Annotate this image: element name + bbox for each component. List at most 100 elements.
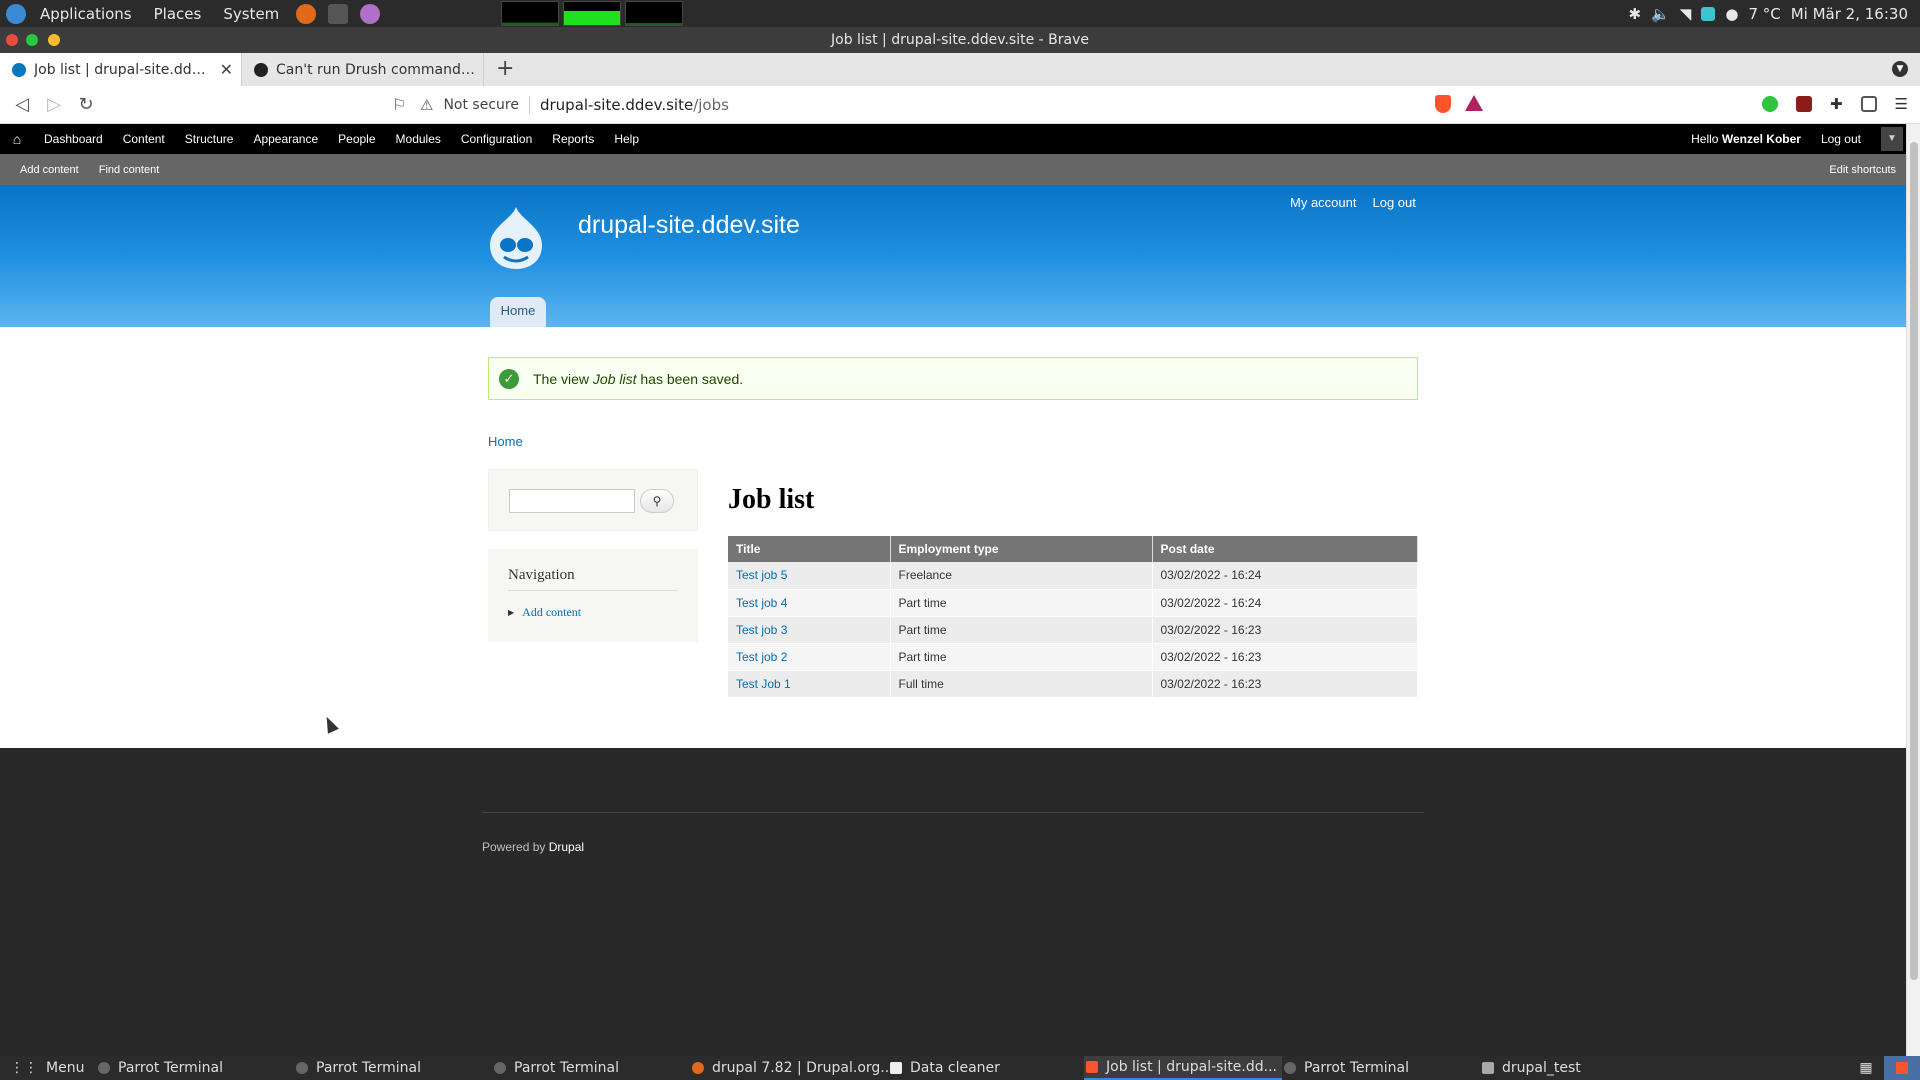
taskbar-task[interactable]: Parrot Terminal <box>1282 1056 1480 1080</box>
nav-add-content-item[interactable]: ▶ Add content <box>508 605 678 620</box>
drupal-link[interactable]: Drupal <box>549 840 584 854</box>
mouse-cursor-icon <box>321 714 339 734</box>
greeting-text: Hello <box>1691 132 1719 146</box>
breadcrumb[interactable]: Home <box>488 434 523 449</box>
column-post-date[interactable]: Post date <box>1152 536 1418 562</box>
column-employment-type[interactable]: Employment type <box>890 536 1153 562</box>
toolbar-modules[interactable]: Modules <box>386 132 451 146</box>
back-icon[interactable]: ◁ <box>6 94 38 115</box>
security-label[interactable]: Not secure <box>443 97 519 113</box>
os-tray: ✱ 🔈 ◥ ● 7 °C Mi Mär 2, 16:30 <box>1629 0 1908 27</box>
puzzle-icon[interactable]: ✚ <box>1830 95 1843 113</box>
taskbar-menu-button[interactable]: ⋮⋮ Menu <box>0 1060 96 1076</box>
taskbar-task[interactable]: Parrot Terminal <box>96 1056 294 1080</box>
secondary-menu: My account Log out <box>1290 195 1416 210</box>
volume-icon[interactable]: 🔈 <box>1651 5 1670 23</box>
address-bar[interactable]: ⚠ Not secure drupal-site.ddev.site/jobs <box>420 91 1500 119</box>
toolbar-drawer-toggle-icon[interactable]: ▼ <box>1881 127 1903 151</box>
firefox-launcher-icon[interactable] <box>296 3 317 24</box>
edit-shortcuts-link[interactable]: Edit shortcuts <box>1829 164 1896 176</box>
job-title-link[interactable]: Test job 4 <box>728 589 891 617</box>
brave-icon <box>1086 1061 1098 1073</box>
tab-job-list[interactable]: Job list | drupal-site.ddev.s ✕ <box>0 53 242 86</box>
toolbar-help[interactable]: Help <box>604 132 649 146</box>
shortcut-add-content[interactable]: Add content <box>0 164 89 176</box>
url-text[interactable]: drupal-site.ddev.site/jobs <box>540 96 729 114</box>
forward-icon[interactable]: ▷ <box>38 94 70 115</box>
tab-title: Can't run Drush commands fro <box>276 61 475 78</box>
wifi-icon[interactable]: ◥ <box>1680 5 1692 23</box>
search-button[interactable]: ⚲ <box>640 489 674 513</box>
brave-rewards-icon[interactable] <box>1465 95 1483 111</box>
data-cleaner-icon <box>890 1062 902 1074</box>
new-tab-button[interactable]: + <box>484 53 526 86</box>
js-extension-icon[interactable] <box>1761 96 1778 112</box>
taskbar-task-active[interactable]: Job list | drupal-site.dd... <box>1084 1056 1282 1080</box>
bookmark-icon[interactable]: ⚐ <box>392 95 406 114</box>
employment-type-cell: Part time <box>890 589 1153 617</box>
toolbar-reports[interactable]: Reports <box>542 132 604 146</box>
scrollbar-thumb[interactable] <box>1910 142 1918 980</box>
clock[interactable]: Mi Mär 2, 16:30 <box>1791 5 1908 23</box>
brave-shields-icon[interactable] <box>1435 95 1451 113</box>
search-icon: ⚲ <box>652 494 662 508</box>
job-title-link[interactable]: Test job 5 <box>728 562 891 590</box>
taskbar-task[interactable]: Parrot Terminal <box>492 1056 690 1080</box>
toolbar-content[interactable]: Content <box>113 132 175 146</box>
url-separator <box>528 96 530 114</box>
close-tab-icon[interactable]: ✕ <box>220 60 233 79</box>
tab-github-issue[interactable]: Can't run Drush commands fro <box>242 53 484 86</box>
toolbar-structure[interactable]: Structure <box>175 132 244 146</box>
task-label: Parrot Terminal <box>1304 1060 1410 1076</box>
nav-add-content-link[interactable]: Add content <box>522 605 581 620</box>
taskbar-task[interactable]: Parrot Terminal <box>294 1056 492 1080</box>
my-account-link[interactable]: My account <box>1290 195 1356 210</box>
system-menu[interactable]: System <box>215 5 287 23</box>
job-title-link[interactable]: Test job 3 <box>728 616 891 644</box>
applications-menu[interactable]: Applications <box>32 5 140 23</box>
header-logout-link[interactable]: Log out <box>1372 195 1415 210</box>
toolbar-configuration[interactable]: Configuration <box>451 132 542 146</box>
places-menu[interactable]: Places <box>146 5 210 23</box>
window-minimize-button[interactable] <box>26 34 38 46</box>
terminal-launcher-icon[interactable] <box>328 3 349 24</box>
parrot-logo-icon[interactable] <box>6 3 26 24</box>
toolbar-people[interactable]: People <box>328 132 385 146</box>
text-editor-launcher-icon[interactable] <box>360 3 381 24</box>
hamburger-menu-icon[interactable]: ☰ <box>1895 95 1908 113</box>
toolbar-appearance[interactable]: Appearance <box>243 132 328 146</box>
battery-icon[interactable] <box>1701 6 1716 21</box>
extension-icon[interactable] <box>1795 96 1812 112</box>
window-close-button[interactable] <box>6 34 18 46</box>
navigation-title: Navigation <box>508 567 678 591</box>
site-name[interactable]: drupal-site.ddev.site <box>578 211 800 240</box>
toolbar-home-icon[interactable]: ⌂ <box>0 131 34 147</box>
workspace-switcher-icon[interactable]: ▦ <box>1848 1056 1884 1080</box>
toolbar-dashboard[interactable]: Dashboard <box>34 132 113 146</box>
bluetooth-icon[interactable]: ✱ <box>1629 5 1642 23</box>
taskbar-task[interactable]: drupal 7.82 | Drupal.org... <box>690 1056 888 1080</box>
post-date-cell: 03/02/2022 - 16:23 <box>1152 670 1418 698</box>
main-menu-home-tab[interactable]: Home <box>490 297 546 327</box>
page-scrollbar[interactable] <box>1906 124 1920 1056</box>
search-input[interactable] <box>509 489 635 513</box>
navigation-block: Navigation ▶ Add content <box>488 549 698 642</box>
drupal-favicon-icon <box>12 62 26 77</box>
reload-icon[interactable]: ↻ <box>70 94 102 115</box>
shortcut-find-content[interactable]: Find content <box>89 164 170 176</box>
toolbar-logout[interactable]: Log out <box>1811 132 1871 146</box>
warning-icon[interactable]: ⚠ <box>420 96 433 114</box>
job-title-link[interactable]: Test job 2 <box>728 643 891 671</box>
tab-search-icon[interactable]: ▼ <box>1892 61 1908 77</box>
column-title[interactable]: Title <box>728 536 891 562</box>
wallet-icon[interactable] <box>1860 96 1877 112</box>
taskbar-task[interactable]: Data cleaner <box>888 1056 1084 1080</box>
drupal-logo-icon[interactable] <box>486 205 546 271</box>
browser-tabbar: Job list | drupal-site.ddev.s ✕ Can't ru… <box>0 53 1920 86</box>
taskbar-task[interactable]: drupal_test <box>1480 1056 1678 1080</box>
window-maximize-button[interactable] <box>48 34 60 46</box>
table-row: Test job 2 Part time 03/02/2022 - 16:23 <box>728 643 1418 671</box>
username[interactable]: Wenzel Kober <box>1722 132 1801 146</box>
brave-tray-icon[interactable] <box>1884 1056 1920 1080</box>
job-title-link[interactable]: Test Job 1 <box>728 670 891 698</box>
